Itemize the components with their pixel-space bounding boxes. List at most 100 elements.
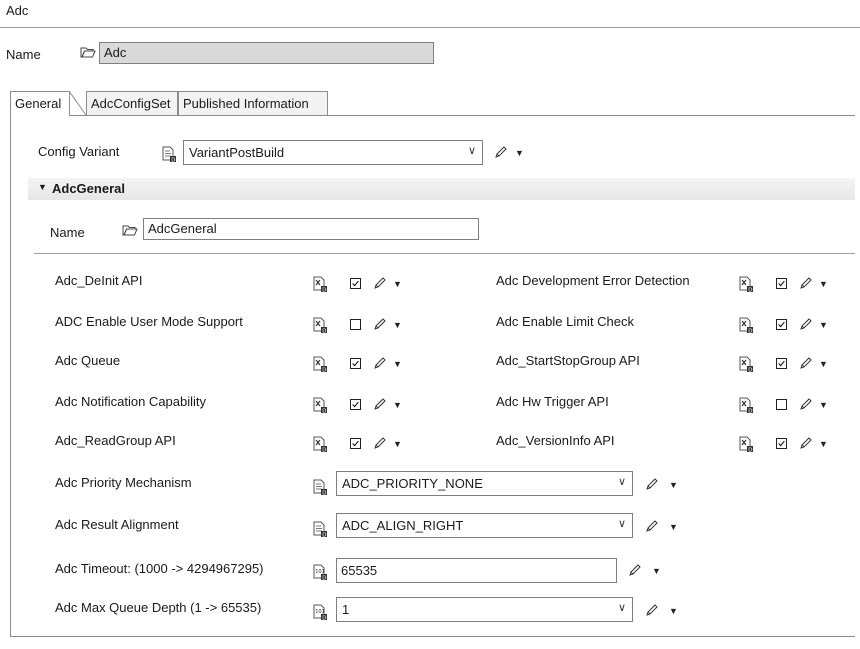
pencil-icon[interactable] [645,519,659,533]
param-label: Adc Enable Limit Check [496,314,635,329]
param-label: Adc Notification Capability [55,394,207,409]
param-label: Adc Queue [55,353,121,368]
max-queue-depth-value: 1 [342,602,350,617]
chevron-down-icon[interactable]: ▼ [819,400,828,410]
folder-icon [122,224,138,236]
checkmark-icon [777,279,786,288]
checkmark-icon [777,320,786,329]
tab-separator [69,91,87,116]
chevron-down-icon[interactable]: ▼ [393,400,402,410]
checkmark-icon [777,439,786,448]
config-variant-select[interactable]: VariantPostBuild ∨ [183,140,483,165]
checkmark-icon [351,359,360,368]
section-header-adcgeneral[interactable]: ▼ AdcGeneral [28,178,855,200]
title-divider [0,27,860,28]
pencil-icon[interactable] [373,436,387,450]
chevron-down-icon: ∨ [467,145,476,157]
chevron-down-icon[interactable]: ▼ [393,279,402,289]
pencil-icon[interactable] [799,397,813,411]
checkbox-checked[interactable] [350,438,361,449]
section-name-field[interactable]: AdcGeneral [143,218,479,240]
pencil-icon[interactable] [494,145,508,159]
pencil-icon[interactable] [799,436,813,450]
chevron-down-icon[interactable]: ▼ [819,359,828,369]
tab-published-information[interactable]: Published Information [178,91,328,115]
chevron-down-icon[interactable]: ▼ [819,320,828,330]
boolean-document-icon [739,436,753,452]
pencil-icon[interactable] [373,356,387,370]
checkbox-unchecked[interactable] [776,399,787,410]
result-alignment-select[interactable]: ADC_ALIGN_RIGHT ∨ [336,513,633,538]
chevron-down-icon[interactable]: ▼ [393,439,402,449]
pencil-icon[interactable] [799,356,813,370]
chevron-down-icon[interactable]: ▼ [652,566,661,576]
checkmark-icon [777,359,786,368]
number-document-icon [313,564,327,580]
pencil-icon[interactable] [373,276,387,290]
checkbox-checked[interactable] [776,278,787,289]
param-label: Adc_ReadGroup API [55,433,176,448]
checkbox-checked[interactable] [350,278,361,289]
param-label: Adc_StartStopGroup API [496,353,640,368]
checkbox-checked[interactable] [776,438,787,449]
document-icon [313,479,327,495]
pencil-icon[interactable] [628,563,642,577]
window-title: Adc [6,3,29,18]
section-title: AdcGeneral [52,181,125,196]
checkbox-checked[interactable] [776,358,787,369]
result-alignment-label: Adc Result Alignment [55,517,179,532]
checkbox-checked[interactable] [776,319,787,330]
section-divider [34,253,855,254]
boolean-document-icon [739,276,753,292]
max-queue-depth-select[interactable]: 1 ∨ [336,597,633,622]
config-variant-label: Config Variant [38,144,120,159]
name-label: Name [6,47,41,62]
tab-general[interactable]: General [10,91,70,116]
chevron-down-icon[interactable]: ▼ [393,320,402,330]
param-label: ADC Enable User Mode Support [55,314,243,329]
pencil-icon[interactable] [799,317,813,331]
priority-mechanism-value: ADC_PRIORITY_NONE [342,476,483,491]
boolean-document-icon [739,317,753,333]
chevron-down-icon[interactable]: ▼ [669,606,678,616]
chevron-down-icon[interactable]: ▼ [669,480,678,490]
timeout-field[interactable]: 65535 [336,558,617,583]
boolean-document-icon [313,317,327,333]
chevron-down-icon[interactable]: ▼ [819,439,828,449]
chevron-down-icon[interactable]: ▼ [393,359,402,369]
boolean-document-icon [313,276,327,292]
chevron-down-icon: ∨ [617,602,626,614]
module-name-field[interactable]: Adc [99,42,434,64]
checkbox-unchecked[interactable] [350,319,361,330]
checkbox-checked[interactable] [350,358,361,369]
collapse-triangle-icon[interactable]: ▼ [38,182,47,192]
boolean-document-icon [313,436,327,452]
timeout-label: Adc Timeout: (1000 -> 4294967295) [55,561,264,576]
boolean-document-icon [313,397,327,413]
document-icon [162,146,176,162]
chevron-down-icon[interactable]: ▼ [515,148,524,158]
param-label: Adc Development Error Detection [496,273,690,288]
section-name-label: Name [50,225,85,240]
number-document-icon [313,604,327,620]
tab-adcconfigset[interactable]: AdcConfigSet [86,91,178,115]
priority-mechanism-select[interactable]: ADC_PRIORITY_NONE ∨ [336,471,633,496]
chevron-down-icon[interactable]: ▼ [669,522,678,532]
pencil-icon[interactable] [645,603,659,617]
chevron-down-icon[interactable]: ▼ [819,279,828,289]
pencil-icon[interactable] [373,397,387,411]
boolean-document-icon [739,397,753,413]
pencil-icon[interactable] [799,276,813,290]
config-variant-value: VariantPostBuild [189,145,285,160]
max-queue-depth-label: Adc Max Queue Depth (1 -> 65535) [55,600,262,615]
priority-mechanism-label: Adc Priority Mechanism [55,475,192,490]
param-label: Adc Hw Trigger API [496,394,609,409]
checkmark-icon [351,279,360,288]
chevron-down-icon: ∨ [617,518,626,530]
chevron-down-icon: ∨ [617,476,626,488]
pencil-icon[interactable] [373,317,387,331]
pencil-icon[interactable] [645,477,659,491]
document-icon [313,521,327,537]
param-label: Adc_DeInit API [55,273,143,288]
checkbox-checked[interactable] [350,399,361,410]
